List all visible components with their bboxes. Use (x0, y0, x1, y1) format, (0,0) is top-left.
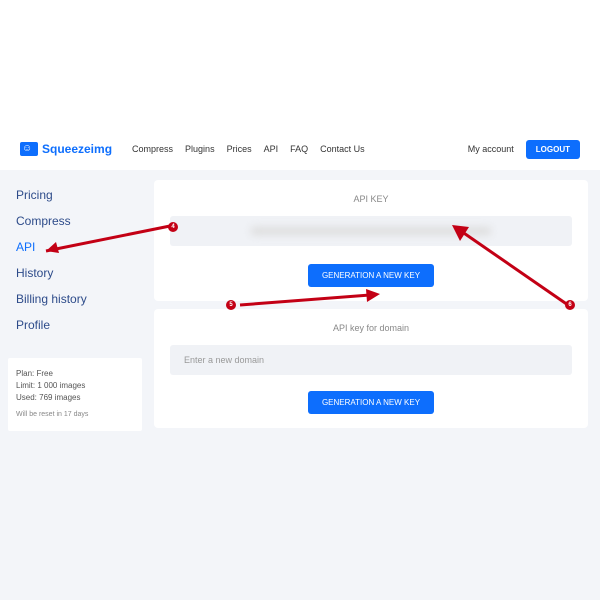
sidebar-item-billing-history[interactable]: Billing history (0, 286, 150, 312)
header-right: My account LOGOUT (468, 140, 580, 159)
logout-button[interactable]: LOGOUT (526, 140, 580, 159)
sidebar-item-compress[interactable]: Compress (0, 208, 150, 234)
generate-domain-key-button[interactable]: GENERATION A NEW KEY (308, 391, 434, 414)
top-header: Squeezeimg Compress Plugins Prices API F… (0, 135, 600, 163)
plan-used: Used: 769 images (16, 392, 134, 404)
callout-6: 6 (565, 300, 575, 310)
domain-card-title: API key for domain (170, 323, 572, 333)
plan-reset: Will be reset in 17 days (16, 410, 134, 421)
my-account-link[interactable]: My account (468, 144, 514, 154)
api-key-value[interactable] (170, 216, 572, 246)
plan-name: Plan: Free (16, 368, 134, 380)
domain-input[interactable] (170, 345, 572, 375)
main-content: API KEY GENERATION A NEW KEY API key for… (150, 170, 600, 600)
callout-4: 4 (168, 222, 178, 232)
nav-api[interactable]: API (264, 144, 279, 154)
generate-key-button[interactable]: GENERATION A NEW KEY (308, 264, 434, 287)
nav-compress[interactable]: Compress (132, 144, 173, 154)
plan-info-box: Plan: Free Limit: 1 000 images Used: 769… (8, 358, 142, 431)
domain-key-card: API key for domain GENERATION A NEW KEY (154, 309, 588, 428)
callout-5: 5 (226, 300, 236, 310)
logo[interactable]: Squeezeimg (20, 142, 112, 156)
api-key-card: API KEY GENERATION A NEW KEY (154, 180, 588, 301)
nav-faq[interactable]: FAQ (290, 144, 308, 154)
nav-contact[interactable]: Contact Us (320, 144, 365, 154)
logo-text: Squeezeimg (42, 142, 112, 156)
nav-prices[interactable]: Prices (227, 144, 252, 154)
sidebar-item-pricing[interactable]: Pricing (0, 182, 150, 208)
api-key-title: API KEY (170, 194, 572, 204)
top-nav: Compress Plugins Prices API FAQ Contact … (132, 144, 365, 154)
logo-icon (20, 142, 38, 156)
sidebar-item-history[interactable]: History (0, 260, 150, 286)
blurred-key-text (250, 227, 491, 235)
content-area: Pricing Compress API History Billing his… (0, 170, 600, 600)
sidebar-item-profile[interactable]: Profile (0, 312, 150, 338)
sidebar: Pricing Compress API History Billing his… (0, 170, 150, 600)
plan-limit: Limit: 1 000 images (16, 380, 134, 392)
sidebar-item-api[interactable]: API (0, 234, 150, 260)
nav-plugins[interactable]: Plugins (185, 144, 215, 154)
